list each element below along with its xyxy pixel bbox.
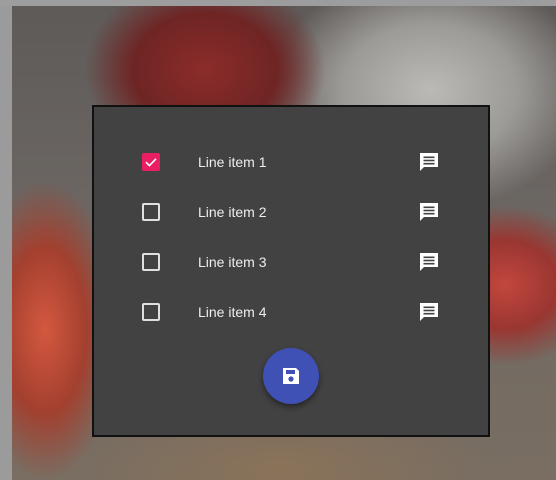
checkbox-line-item-4[interactable] xyxy=(142,303,160,321)
checkbox-line-item-1[interactable] xyxy=(142,153,160,171)
list-item[interactable]: Line item 3 xyxy=(94,237,488,287)
list-item[interactable]: Line item 1 xyxy=(94,137,488,187)
checkmark-icon xyxy=(145,158,157,167)
comment-button[interactable] xyxy=(418,151,440,173)
list-item-label: Line item 2 xyxy=(198,204,267,220)
dialog: Line item 1 Line item 2 Line item 3 Line… xyxy=(92,105,490,437)
save-fab-button[interactable] xyxy=(263,348,319,404)
checkbox-line-item-3[interactable] xyxy=(142,253,160,271)
screen: Line item 1 Line item 2 Line item 3 Line… xyxy=(0,0,556,480)
list-item[interactable]: Line item 2 xyxy=(94,187,488,237)
list-item-label: Line item 1 xyxy=(198,154,267,170)
list-item[interactable]: Line item 4 xyxy=(94,287,488,337)
comment-button[interactable] xyxy=(418,301,440,323)
checkbox-line-item-2[interactable] xyxy=(142,203,160,221)
window-edge xyxy=(0,0,12,480)
save-icon xyxy=(283,368,299,384)
comment-icon xyxy=(420,253,438,271)
comment-icon xyxy=(420,153,438,171)
comment-button[interactable] xyxy=(418,201,440,223)
list-item-label: Line item 4 xyxy=(198,304,267,320)
comment-icon xyxy=(420,303,438,321)
comment-button[interactable] xyxy=(418,251,440,273)
window-top-edge xyxy=(0,0,556,6)
list-item-label: Line item 3 xyxy=(198,254,267,270)
comment-icon xyxy=(420,203,438,221)
